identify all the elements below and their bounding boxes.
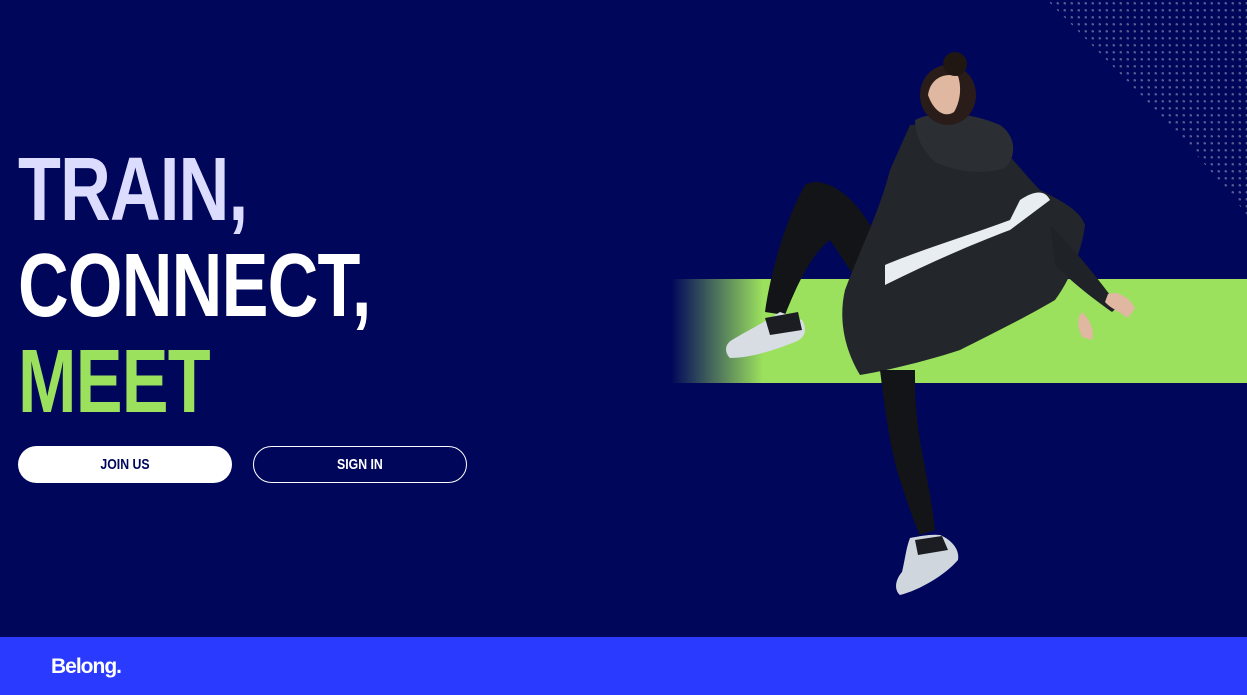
hero-headline: TRAIN, CONNECT, MEET [18, 142, 371, 430]
headline-line-connect: CONNECT, [18, 236, 371, 336]
belong-logo[interactable]: Belong. [51, 655, 122, 679]
sign-in-button[interactable]: SIGN IN [253, 446, 467, 483]
join-us-button[interactable]: JOIN US [18, 446, 232, 483]
sign-in-label: SIGN IN [337, 456, 383, 473]
headline-line-meet: MEET [18, 332, 211, 432]
footer-bar [0, 637, 1247, 695]
join-us-label: JOIN US [100, 456, 150, 473]
headline-line-train: TRAIN, [18, 140, 248, 240]
landing-page: TRAIN, CONNECT, MEET JOIN US SIGN IN Bel… [0, 0, 1247, 695]
athlete-photo [726, 52, 1135, 595]
